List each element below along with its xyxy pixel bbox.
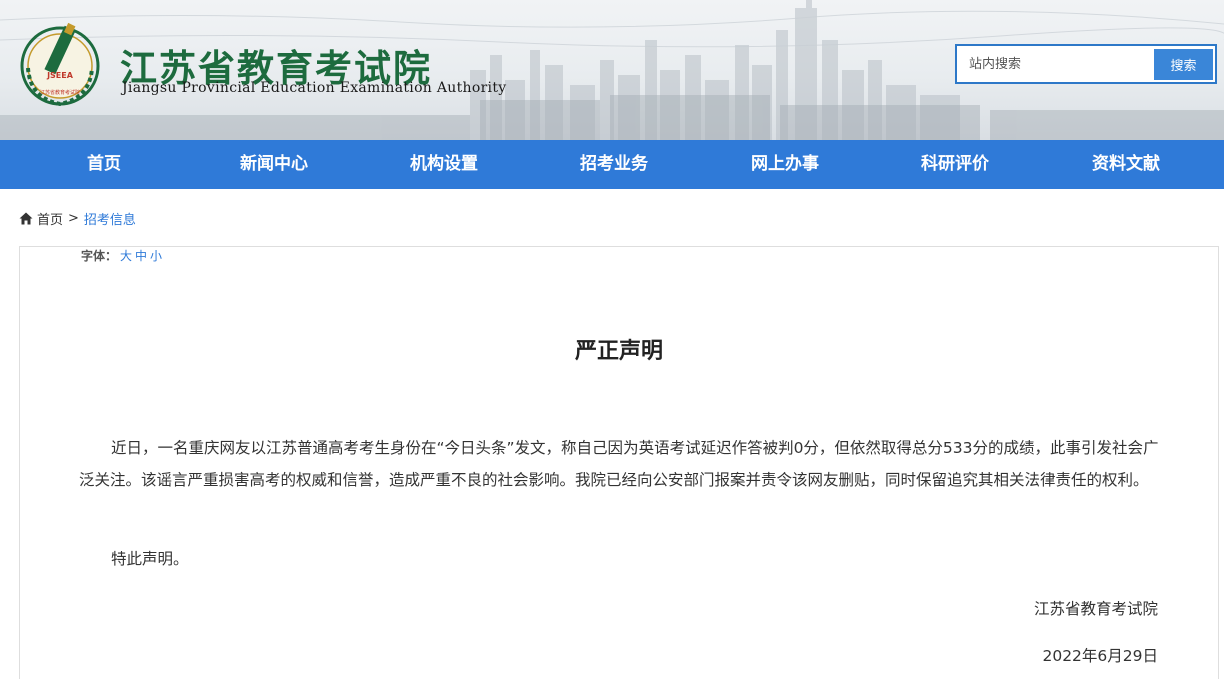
nav-item-home[interactable]: 首页 — [64, 140, 144, 189]
article-paragraph-2: 特此声明。 — [111, 550, 189, 568]
article-title: 严正声明 — [574, 339, 663, 364]
emblem-letters: JSEEA — [46, 71, 74, 80]
article-signature: 江苏省教育考试院 — [1033, 600, 1158, 618]
nav-item-research[interactable]: 科研评价 — [905, 140, 1005, 189]
font-size-large-link[interactable]: 大 — [120, 249, 132, 263]
breadcrumb-home-link[interactable]: 首页 — [37, 209, 63, 228]
breadcrumb-current-link[interactable]: 招考信息 — [84, 209, 136, 228]
font-size-small-link[interactable]: 小 — [150, 249, 162, 263]
breadcrumb: 首页 > 招考信息 — [19, 208, 136, 228]
font-size-selector: 字体：大中小 — [81, 247, 162, 264]
font-size-medium-link[interactable]: 中 — [135, 249, 147, 263]
search-input[interactable] — [961, 50, 1151, 78]
jseea-emblem-logo: JSEEA 江苏省教育考试院 — [20, 22, 100, 107]
main-nav: 首页 新闻中心 机构设置 招考业务 网上办事 科研评价 资料文献 — [0, 140, 1224, 189]
emblem-ring-text: 江苏省教育考试院 — [40, 89, 80, 96]
nav-item-news[interactable]: 新闻中心 — [224, 140, 324, 189]
font-size-label: 字体： — [81, 249, 118, 263]
nav-item-documents[interactable]: 资料文献 — [1076, 140, 1176, 189]
search-button[interactable]: 搜索 — [1154, 49, 1213, 80]
breadcrumb-separator: > — [68, 210, 79, 226]
article-container: 字体：大中小 严正声明 近日，一名重庆网友以江苏普通高考考生身份在“今日头条”发… — [19, 246, 1219, 679]
article-paragraph-1: 近日，一名重庆网友以江苏普通高考考生身份在“今日头条”发文，称自己因为英语考试延… — [79, 439, 1159, 489]
site-title-english: Jiangsu Provincial Education Examination… — [122, 80, 507, 96]
article-date: 2022年6月29日 — [1042, 647, 1158, 665]
nav-item-organization[interactable]: 机构设置 — [394, 140, 494, 189]
header-banner: JSEEA 江苏省教育考试院 江苏省教育考试院 Jiangsu Provinci… — [0, 0, 1224, 140]
nav-item-exam-business[interactable]: 招考业务 — [564, 140, 664, 189]
nav-item-online-services[interactable]: 网上办事 — [735, 140, 835, 189]
home-icon[interactable] — [19, 212, 33, 225]
site-search: 搜索 — [955, 44, 1217, 84]
